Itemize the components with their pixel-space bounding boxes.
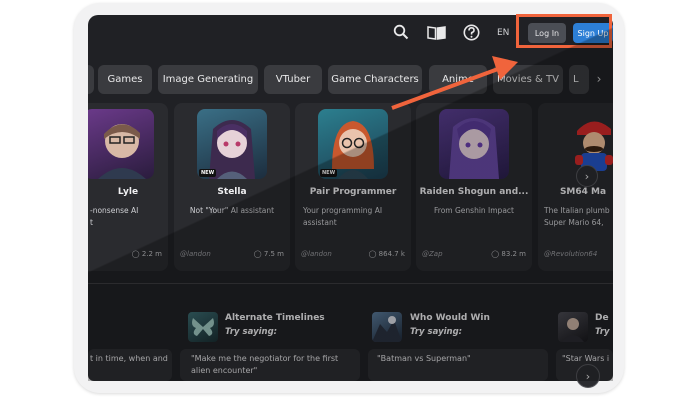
annotation-arrow-icon [391, 56, 518, 110]
